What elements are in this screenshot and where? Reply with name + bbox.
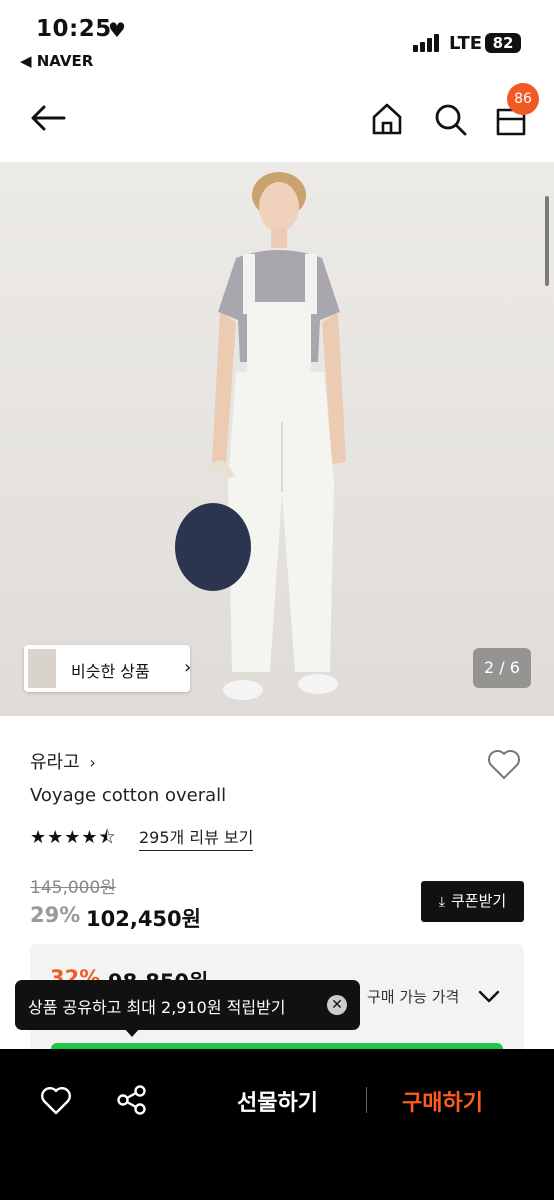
bottom-divider — [366, 1087, 367, 1113]
back-button[interactable] — [26, 96, 70, 140]
rating-stars: ★★★★⯪ — [30, 827, 117, 848]
search-icon — [435, 104, 467, 136]
product-image[interactable] — [0, 162, 554, 716]
similar-products-label: 비슷한 상품 — [71, 662, 150, 681]
download-icon: ⤓ — [438, 894, 445, 910]
close-icon[interactable]: ✕ — [327, 995, 347, 1015]
share-icon — [117, 1085, 146, 1115]
search-button[interactable] — [428, 97, 472, 141]
share-button[interactable] — [114, 1082, 150, 1118]
image-pager: 2 / 6 — [473, 648, 531, 688]
scroll-indicator[interactable] — [545, 196, 549, 286]
similar-products-thumbnail — [28, 649, 56, 688]
heart-status-icon: ♥ — [108, 18, 126, 42]
sale-price: 102,450원 — [86, 907, 201, 931]
back-to-app-link[interactable]: ◀ NAVER — [20, 52, 93, 70]
brand-link[interactable]: 유라고 › — [30, 748, 96, 774]
network-type: LTE — [449, 33, 483, 54]
tooltip-text: 상품 공유하고 최대 2,910원 적립받기 — [28, 998, 286, 1017]
heart-outline-icon — [488, 750, 520, 779]
gift-button[interactable]: 선물하기 — [237, 1085, 318, 1117]
coupon-label: 쿠폰받기 — [451, 892, 507, 910]
battery-icon: 82 — [485, 33, 521, 53]
bottom-action-bar — [0, 1049, 554, 1200]
discount-rate: 29% — [30, 903, 81, 927]
status-time: 10:25 — [36, 16, 112, 42]
wishlist-button[interactable] — [484, 744, 524, 784]
chevron-right-icon: › — [89, 753, 96, 772]
top-nav — [0, 80, 554, 162]
original-price: 145,000원 — [30, 878, 116, 898]
cart-count-badge: 86 — [507, 83, 539, 115]
chevron-right-icon: › — [184, 657, 192, 678]
bottom-wishlist-button[interactable] — [38, 1082, 74, 1118]
coupon-button[interactable]: ⤓ 쿠폰받기 — [421, 881, 524, 922]
product-name: Voyage cotton overall — [30, 785, 227, 806]
signal-icon — [413, 34, 443, 52]
review-link[interactable]: 295개 리뷰 보기 — [139, 824, 254, 851]
model-figure-illustration — [175, 172, 346, 700]
similar-products-button[interactable]: 비슷한 상품 › — [24, 645, 192, 692]
tooltip-pointer — [124, 1028, 140, 1037]
back-arrow-icon — [31, 105, 66, 131]
buy-button[interactable]: 구매하기 — [402, 1085, 483, 1117]
chevron-down-icon[interactable] — [477, 984, 501, 1008]
home-icon — [372, 103, 402, 135]
status-bar: 10:25 ♥ ◀ NAVER LTE 82 — [0, 0, 554, 80]
benefit-label: 구매 가능 가격 — [367, 988, 460, 1006]
share-reward-tooltip: 상품 공유하고 최대 2,910원 적립받기 ✕ — [15, 980, 360, 1030]
home-button[interactable] — [365, 97, 409, 141]
heart-outline-icon — [41, 1087, 71, 1115]
brand-name: 유라고 — [30, 752, 80, 773]
